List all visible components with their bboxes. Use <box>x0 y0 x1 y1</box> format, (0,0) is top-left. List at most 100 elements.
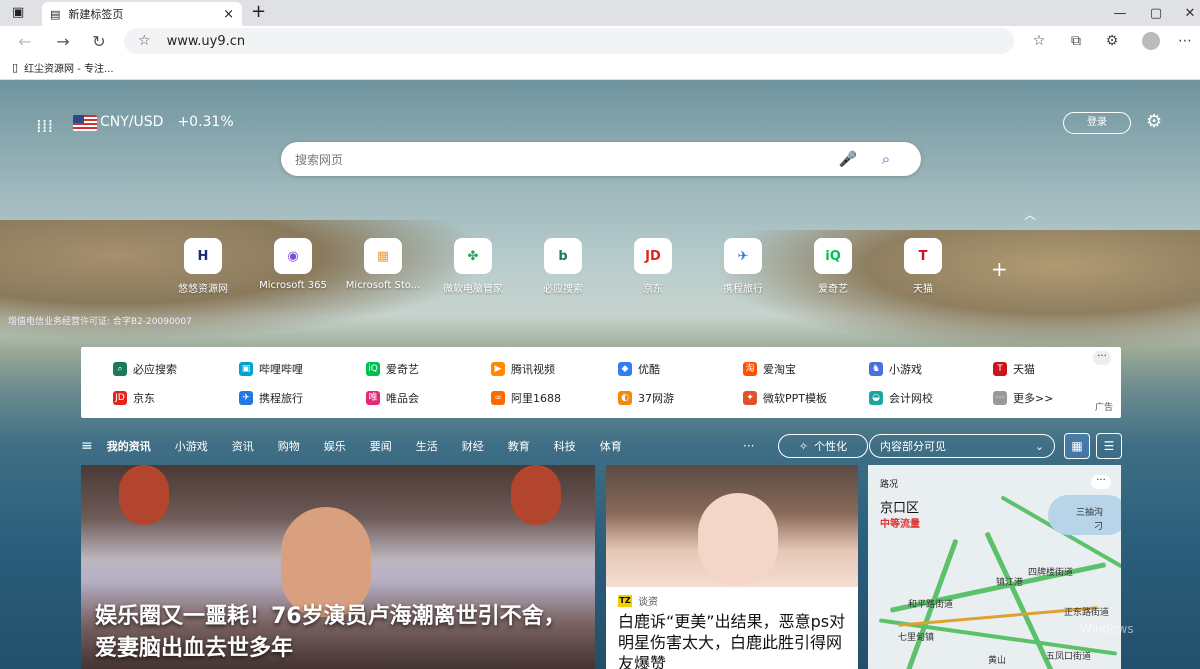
favorites-icon[interactable]: ☆ <box>1024 30 1054 52</box>
url-text: www.uy9.cn <box>166 33 246 49</box>
news-secondary-title[interactable]: 白鹿诉“更美”出结果，恶意ps对明星伤害太大，白鹿此胜引得网友爆赞 <box>618 611 850 669</box>
quick-link-tile[interactable]: iQ 爱奇艺 <box>788 238 878 295</box>
news-tab[interactable]: 财经 <box>462 438 484 454</box>
quick-link-tile[interactable]: T 天猫 <box>878 238 968 295</box>
news-tab[interactable]: 我的资讯 <box>107 438 151 454</box>
site-link[interactable]: ◐ 37网游 <box>618 390 674 406</box>
new-tab-button[interactable]: + <box>251 2 266 22</box>
site-link-icon: JD <box>113 391 127 405</box>
extensions-icon[interactable]: ⚙ <box>1097 30 1127 52</box>
site-link[interactable]: ♞ 小游戏 <box>869 361 922 377</box>
site-link[interactable]: ∞ 阿里1688 <box>491 390 561 406</box>
quick-link-tile[interactable]: ✤ 微软电脑管家 <box>428 238 518 295</box>
news-nav: ≡ 我的资讯 小游戏 资讯 购物 娱乐 要闻 生活 财经 教育 科技 体育 ··· ✧ 个性化 内容… <box>81 432 1126 460</box>
site-link-icon: 淘 <box>743 362 757 376</box>
site-link[interactable]: ▣ 哔哩哔哩 <box>239 361 303 377</box>
license-text: 增值电信业务经营许可证: 合字B2-20090007 <box>8 317 192 327</box>
lantern-image <box>119 465 169 525</box>
news-tab[interactable]: 资讯 <box>232 438 254 454</box>
collapse-chevron-icon[interactable]: ︿ <box>1024 206 1036 223</box>
site-link-icon: ▣ <box>239 362 253 376</box>
close-window-button[interactable]: ✕ <box>1170 0 1200 26</box>
news-tab[interactable]: 娱乐 <box>324 438 346 454</box>
visibility-select[interactable]: 内容部分可见 ⌄ <box>869 434 1055 458</box>
favorite-star-icon[interactable]: ☆ <box>138 33 151 49</box>
personalize-button[interactable]: ✧ 个性化 <box>778 434 868 458</box>
traffic-status: 中等流量 <box>880 519 920 530</box>
site-link-icon: ♞ <box>869 362 883 376</box>
profile-avatar[interactable] <box>1136 30 1166 52</box>
site-link[interactable]: 淘爱淘宝 <box>743 361 796 377</box>
site-link[interactable]: ✈ 携程旅行 <box>239 390 303 406</box>
news-tab[interactable]: 要闻 <box>370 438 392 454</box>
site-link-label: 京东 <box>133 392 155 405</box>
site-link[interactable]: iQ 爱奇艺 <box>366 361 419 377</box>
site-link[interactable]: ◆ 优酷 <box>618 361 660 377</box>
site-link[interactable]: ⋯ 更多>> <box>993 390 1053 406</box>
site-links-panel: ··· 广告 ⌕ 必应搜索 ▣ 哔哩哔哩 iQ 爱奇艺 ▶ 腾讯视频 ◆ 优酷 淘爱淘宝 ♞ 小游戏 T 天… <box>81 347 1121 418</box>
add-shortcut-icon[interactable]: + <box>991 257 1008 281</box>
quick-link-tile[interactable]: H 悠悠资源网 <box>158 238 248 295</box>
site-link[interactable]: ⌕ 必应搜索 <box>113 361 177 377</box>
site-link[interactable]: T 天猫 <box>993 361 1035 377</box>
quick-link-tile[interactable]: ✈ 携程旅行 <box>698 238 788 295</box>
tile-label: 爱奇艺 <box>818 284 848 295</box>
site-link-label: 腾讯视频 <box>511 363 555 376</box>
collections-icon[interactable]: ⧉ <box>1061 30 1091 52</box>
traffic-more-button[interactable]: ··· <box>1091 475 1111 489</box>
close-icon[interactable]: × <box>223 7 234 22</box>
login-button[interactable]: 登录 <box>1063 112 1131 134</box>
app-launcher-icon[interactable]: ⁞⁞⁞ <box>36 116 53 137</box>
site-link[interactable]: ◒ 会计网校 <box>869 390 933 406</box>
more-menu-icon[interactable]: ⋯ <box>1170 30 1200 52</box>
news-main-title[interactable]: 娱乐圈又一噩耗！76岁演员卢海潮离世引不舍，爱妻脑出血去世多年 <box>95 601 585 665</box>
news-card-secondary[interactable]: TZ 谈资 白鹿诉“更美”出结果，恶意ps对明星伤害太大，白鹿此胜引得网友爆赞 <box>606 465 858 669</box>
settings-gear-icon[interactable]: ⚙ <box>1146 111 1162 132</box>
quick-link-tile[interactable]: ◉ Microsoft 365 <box>248 238 338 295</box>
news-tab[interactable]: 科技 <box>554 438 576 454</box>
news-tab[interactable]: 教育 <box>508 438 530 454</box>
site-link[interactable]: ✦ 微软PPT模板 <box>743 390 827 406</box>
site-link[interactable]: JD 京东 <box>113 390 155 406</box>
windows-watermark: Windows <box>1080 622 1134 636</box>
news-tab[interactable]: 小游戏 <box>175 438 208 454</box>
quick-link-tile[interactable]: JD 京东 <box>608 238 698 295</box>
quick-link-tile[interactable]: ▦ Microsoft Sto... <box>338 238 428 295</box>
forward-button[interactable]: → <box>44 32 82 51</box>
news-tab[interactable]: 购物 <box>278 438 300 454</box>
map-label: 七里甸镇 <box>898 633 935 643</box>
grid-view-icon[interactable]: ▦ <box>1064 433 1090 459</box>
tab-actions-icon[interactable]: ▣ <box>12 5 24 20</box>
quick-link-tile[interactable]: b 必应搜索 <box>518 238 608 295</box>
search-input[interactable]: 搜索网页 <box>295 151 829 168</box>
tab-new-tab[interactable]: ▤ 新建标签页 × <box>42 2 242 26</box>
minimize-button[interactable]: — <box>1100 0 1140 26</box>
search-box[interactable]: 搜索网页 🎤 ⌕ <box>281 142 921 176</box>
site-link[interactable]: ▶ 腾讯视频 <box>491 361 555 377</box>
bookmarks-bar: ▯ 红尘资源网 - 专注... <box>0 56 1200 80</box>
news-tab[interactable]: 生活 <box>416 438 438 454</box>
list-view-icon[interactable]: ☰ <box>1096 433 1122 459</box>
map-label: 刁 <box>1094 522 1104 532</box>
quick-links: H 悠悠资源网 ◉ Microsoft 365 ▦ Microsoft Sto... ✤ 微软… <box>158 238 968 295</box>
bookmark-item[interactable]: 红尘资源网 - 专注... <box>24 60 114 75</box>
microphone-icon[interactable]: 🎤 <box>829 150 867 168</box>
back-button[interactable]: ← <box>6 32 44 51</box>
traffic-card[interactable]: 三抽沟刁镇江港 四牌楼街道 和平路街道 正东路街道 七里甸镇 黄山 五凤口街道 路况 京口区… <box>868 465 1121 669</box>
news-more-button[interactable]: ··· <box>743 439 754 453</box>
url-field[interactable]: ☆ www.uy9.cn <box>124 28 1014 54</box>
personalize-label: 个性化 <box>814 440 848 453</box>
ad-label: 广告 <box>1094 403 1113 413</box>
portrait-image <box>698 493 778 585</box>
links-more-button[interactable]: ··· <box>1093 351 1111 365</box>
menu-icon[interactable]: ≡ <box>81 438 93 454</box>
site-link[interactable]: 唯唯品会 <box>366 390 419 406</box>
map-label: 五凤口街道 <box>1046 652 1092 662</box>
tile-label: Microsoft 365 <box>259 280 327 291</box>
news-tab[interactable]: 体育 <box>600 438 622 454</box>
refresh-button[interactable]: ↻ <box>80 32 118 51</box>
site-link-icon: ◆ <box>618 362 632 376</box>
currency-widget[interactable]: CNY/USD +0.31% <box>100 114 234 130</box>
search-icon[interactable]: ⌕ <box>867 150 905 168</box>
news-card-main[interactable]: 娱乐圈又一噩耗！76岁演员卢海潮离世引不舍，爱妻脑出血去世多年 <box>81 465 595 669</box>
